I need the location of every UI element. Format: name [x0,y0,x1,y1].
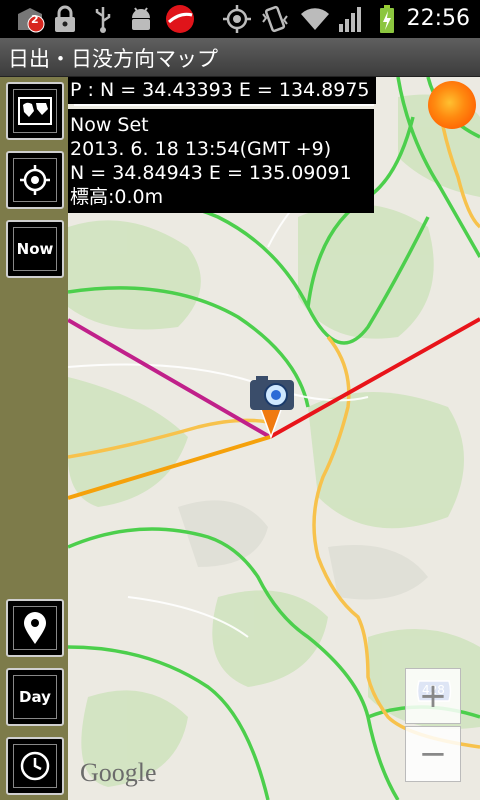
battery-charging-icon [378,4,396,34]
now-button[interactable]: Now [6,220,64,278]
wifi-icon [299,4,331,34]
position-value: N = 34.84943 E = 135.09091 [70,162,352,184]
left-toolbar: Now Day [0,77,68,800]
zoom-out-button[interactable]: − [405,726,461,782]
status-bar: 2 22:56 [0,0,480,38]
target-icon [13,158,57,202]
day-button-label: Day [13,675,57,719]
datetime-value: 2013. 6. 18 13:54(GMT +9) [70,138,332,160]
now-button-label: Now [13,227,57,271]
camera-icon[interactable] [250,376,294,410]
lock-icon [52,4,78,34]
title-bar: 日出・日没方向マップ [0,38,480,77]
pointer-coordinates: P : N = 34.43393 E = 134.8975 [68,77,376,104]
map-icon [13,89,57,133]
app-title: 日出・日没方向マップ [8,47,218,71]
sun-icon[interactable] [428,81,476,129]
trend-micro-icon [163,4,197,34]
zoom-out-label: − [418,734,448,774]
coordinate-underline [74,104,374,106]
pin-button[interactable] [6,599,64,657]
locate-button[interactable] [6,151,64,209]
day-button[interactable]: Day [6,668,64,726]
location-pin-icon [13,606,57,650]
zoom-in-label: + [418,676,448,716]
map-type-button[interactable] [6,82,64,140]
zoom-in-button[interactable]: + [405,668,461,724]
android-debug-icon [128,4,154,34]
now-set-box: Now Set 2013. 6. 18 13:54(GMT +9) N = 34… [68,109,374,213]
notification-icon: 2 [14,4,46,34]
usb-icon [92,4,114,34]
clock-time: 22:56 [406,6,470,31]
clock-icon [13,744,57,788]
notification-badge: 2 [31,13,39,26]
google-logo: Google [80,758,157,787]
elevation-value: 標高:0.0m [70,186,164,208]
gps-icon [222,4,252,34]
info-panel: P : N = 34.43393 E = 134.8975 Now Set 20… [68,77,376,213]
signal-icon [338,4,364,34]
clock-button[interactable] [6,737,64,795]
vibrate-icon [260,4,290,34]
now-set-label: Now Set [70,114,149,136]
